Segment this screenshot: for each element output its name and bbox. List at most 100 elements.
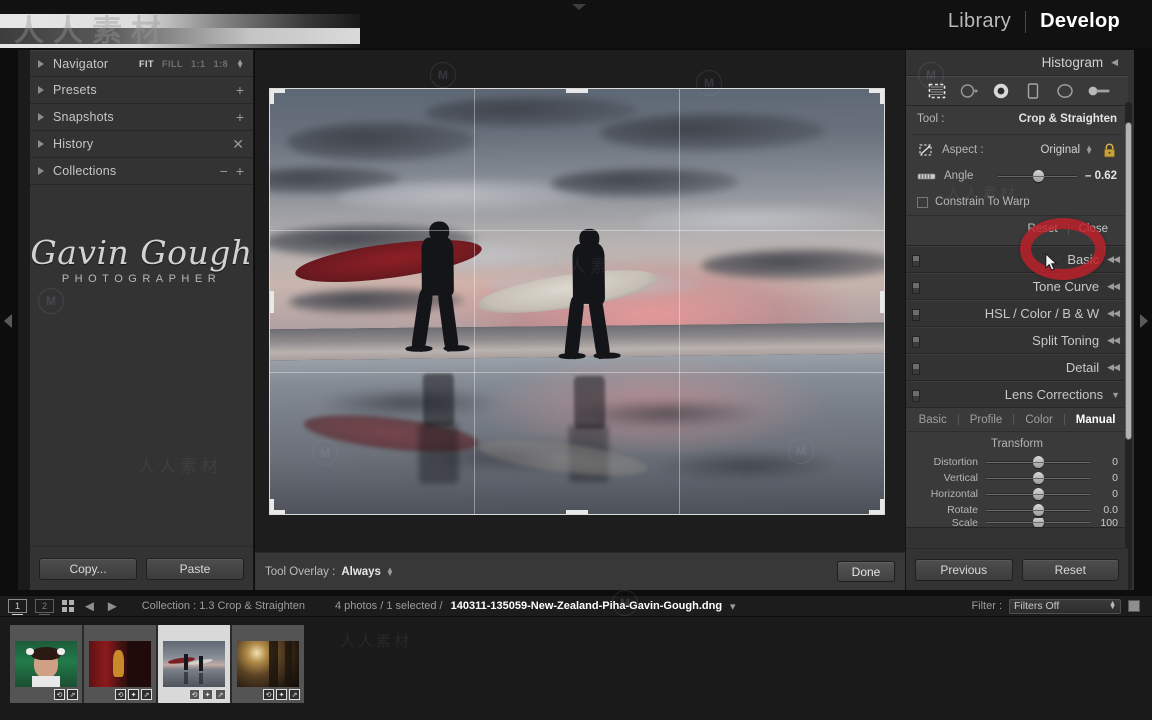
chevron-collapse-icon[interactable]: ◀◀	[1107, 281, 1120, 292]
tab-manual[interactable]: Manual	[1065, 414, 1127, 426]
previous-photo-arrow-icon[interactable]: ◄	[82, 599, 97, 614]
paste-button[interactable]: Paste	[146, 557, 244, 580]
zoom-1-1[interactable]: 1:1	[191, 59, 206, 69]
add-snapshot-icon[interactable]: +	[236, 110, 244, 124]
distortion-slider[interactable]	[986, 455, 1090, 468]
filename-dropdown-icon[interactable]: ▾	[730, 600, 736, 613]
section-tone-curve[interactable]: Tone Curve ◀◀	[906, 273, 1128, 300]
tool-overlay-value[interactable]: Always	[341, 566, 381, 578]
disclosure-triangle-icon[interactable]	[38, 167, 44, 175]
remove-collection-icon[interactable]: −	[220, 164, 228, 178]
chevron-expand-icon[interactable]: ▼	[1111, 390, 1120, 400]
zoom-fit[interactable]: FIT	[139, 59, 154, 69]
red-eye-correction-tool[interactable]	[990, 80, 1012, 102]
disclosure-triangle-icon[interactable]	[38, 86, 44, 94]
copy-button[interactable]: Copy...	[39, 557, 137, 580]
right-panel-collapse-arrow[interactable]	[1140, 314, 1148, 328]
right-panel-scrollbar-thumb[interactable]	[1125, 122, 1132, 440]
badge-crop-icon[interactable]: ⟲	[189, 689, 200, 700]
sidebar-item-collections[interactable]: Collections − +	[30, 158, 253, 185]
grid-view-icon[interactable]	[62, 600, 74, 612]
angle-slider-knob[interactable]	[1032, 169, 1044, 182]
scale-slider[interactable]	[986, 518, 1090, 527]
thumb-red-interior[interactable]: ⟲ ✦ ⇗	[84, 625, 156, 703]
badge-keyword-icon[interactable]: ✦	[128, 689, 139, 700]
chevron-collapse-icon[interactable]: ◀◀	[1107, 335, 1120, 346]
rotate-slider-knob[interactable]	[1033, 503, 1044, 516]
aspect-value[interactable]: Original	[1040, 144, 1080, 156]
filter-select[interactable]: Filters Off ▲ ▼	[1009, 598, 1121, 614]
panel-switch-icon[interactable]	[912, 282, 920, 294]
distortion-value[interactable]: 0	[1090, 456, 1118, 468]
source-label[interactable]: Collection : 1.3 Crop & Straighten	[142, 600, 305, 612]
crop-tool-value[interactable]: Crop & Straighten	[1019, 113, 1117, 125]
panel-switch-icon[interactable]	[912, 309, 920, 321]
filter-stepper-icon[interactable]: ▲ ▼	[1109, 600, 1116, 611]
filter-toggle-icon[interactable]	[1128, 600, 1140, 612]
badge-adjust-icon[interactable]: ⇗	[141, 689, 152, 700]
radial-filter-tool[interactable]	[1054, 80, 1076, 102]
angle-slider[interactable]	[998, 169, 1078, 182]
section-detail[interactable]: Detail ◀◀	[906, 354, 1128, 381]
angle-value[interactable]: – 0.62	[1085, 170, 1117, 182]
sidebar-item-presets[interactable]: Presets +	[30, 77, 253, 104]
section-lens-corrections[interactable]: Lens Corrections ▼	[906, 381, 1128, 408]
badge-keyword-icon[interactable]: ✦	[276, 689, 287, 700]
photo-stage[interactable]	[255, 50, 905, 552]
sidebar-item-history[interactable]: History ✕	[30, 131, 253, 158]
chevron-collapse-icon[interactable]: ◀◀	[1107, 362, 1120, 373]
graduated-filter-tool[interactable]	[1022, 80, 1044, 102]
next-photo-arrow-icon[interactable]: ►	[105, 599, 120, 614]
horizontal-value[interactable]: 0	[1090, 488, 1118, 500]
panel-switch-icon[interactable]	[912, 255, 920, 267]
previous-button[interactable]: Previous	[915, 558, 1013, 581]
add-collection-icon[interactable]: +	[236, 164, 244, 178]
spot-removal-tool[interactable]	[958, 80, 980, 102]
aspect-stepper-icon[interactable]: ▲ ▼	[1085, 144, 1093, 156]
scale-value[interactable]: 100	[1090, 518, 1118, 527]
panel-switch-icon[interactable]	[912, 363, 920, 375]
tool-overlay-stepper-icon[interactable]: ▲ ▼	[386, 565, 394, 577]
module-library[interactable]: Library	[934, 10, 1025, 33]
reset-button[interactable]: Reset	[1021, 558, 1119, 581]
left-panel-collapse-arrow[interactable]	[4, 314, 12, 328]
badge-keyword-icon[interactable]: ✦	[202, 689, 213, 700]
disclosure-triangle-icon[interactable]	[38, 113, 44, 121]
module-develop[interactable]: Develop	[1026, 10, 1134, 33]
vertical-value[interactable]: 0	[1090, 472, 1118, 484]
screen-2-button[interactable]: 2	[35, 599, 54, 615]
tab-color[interactable]: Color	[1014, 414, 1063, 426]
horizontal-slider[interactable]	[986, 487, 1090, 500]
badge-adjust-icon[interactable]: ⇗	[215, 689, 226, 700]
disclosure-triangle-icon[interactable]	[38, 140, 44, 148]
panel-switch-icon[interactable]	[912, 390, 920, 402]
chevron-collapse-icon[interactable]: ◀◀	[1107, 308, 1120, 319]
top-panel-toggle-arrow[interactable]	[572, 4, 586, 10]
badge-adjust-icon[interactable]: ⇗	[289, 689, 300, 700]
done-button[interactable]: Done	[837, 561, 895, 582]
badge-crop-icon[interactable]: ⟲	[54, 689, 65, 700]
vertical-slider-knob[interactable]	[1033, 471, 1044, 484]
distortion-slider-knob[interactable]	[1033, 455, 1044, 468]
section-split-toning[interactable]: Split Toning ◀◀	[906, 327, 1128, 354]
crop-frame-icon[interactable]	[917, 142, 934, 159]
add-preset-icon[interactable]: +	[236, 83, 244, 97]
screen-1-button[interactable]: 1	[8, 599, 27, 615]
clear-history-icon[interactable]: ✕	[232, 137, 244, 151]
constrain-to-warp-checkbox[interactable]	[917, 196, 928, 208]
panel-switch-icon[interactable]	[912, 336, 920, 348]
crop-overlay-tool[interactable]	[926, 80, 948, 102]
zoom-1-8[interactable]: 1:8	[214, 59, 229, 69]
badge-crop-icon[interactable]: ⟲	[115, 689, 126, 700]
current-filename[interactable]: 140311-135059-New-Zealand-Piha-Gavin-Gou…	[451, 600, 722, 612]
histogram-header[interactable]: Histogram ◀	[906, 50, 1128, 76]
lock-aspect-icon[interactable]	[1102, 142, 1117, 159]
thumb-portrait-girl[interactable]: ⟲ ⇗	[10, 625, 82, 703]
adjustment-brush-tool[interactable]	[1086, 80, 1110, 102]
zoom-fill[interactable]: FILL	[162, 59, 183, 69]
rotate-slider[interactable]	[986, 503, 1090, 516]
chevron-left-icon[interactable]: ◀	[1111, 57, 1118, 68]
rotate-value[interactable]: 0.0	[1090, 504, 1118, 516]
vertical-slider[interactable]	[986, 471, 1090, 484]
straighten-tool-icon[interactable]	[917, 169, 936, 184]
